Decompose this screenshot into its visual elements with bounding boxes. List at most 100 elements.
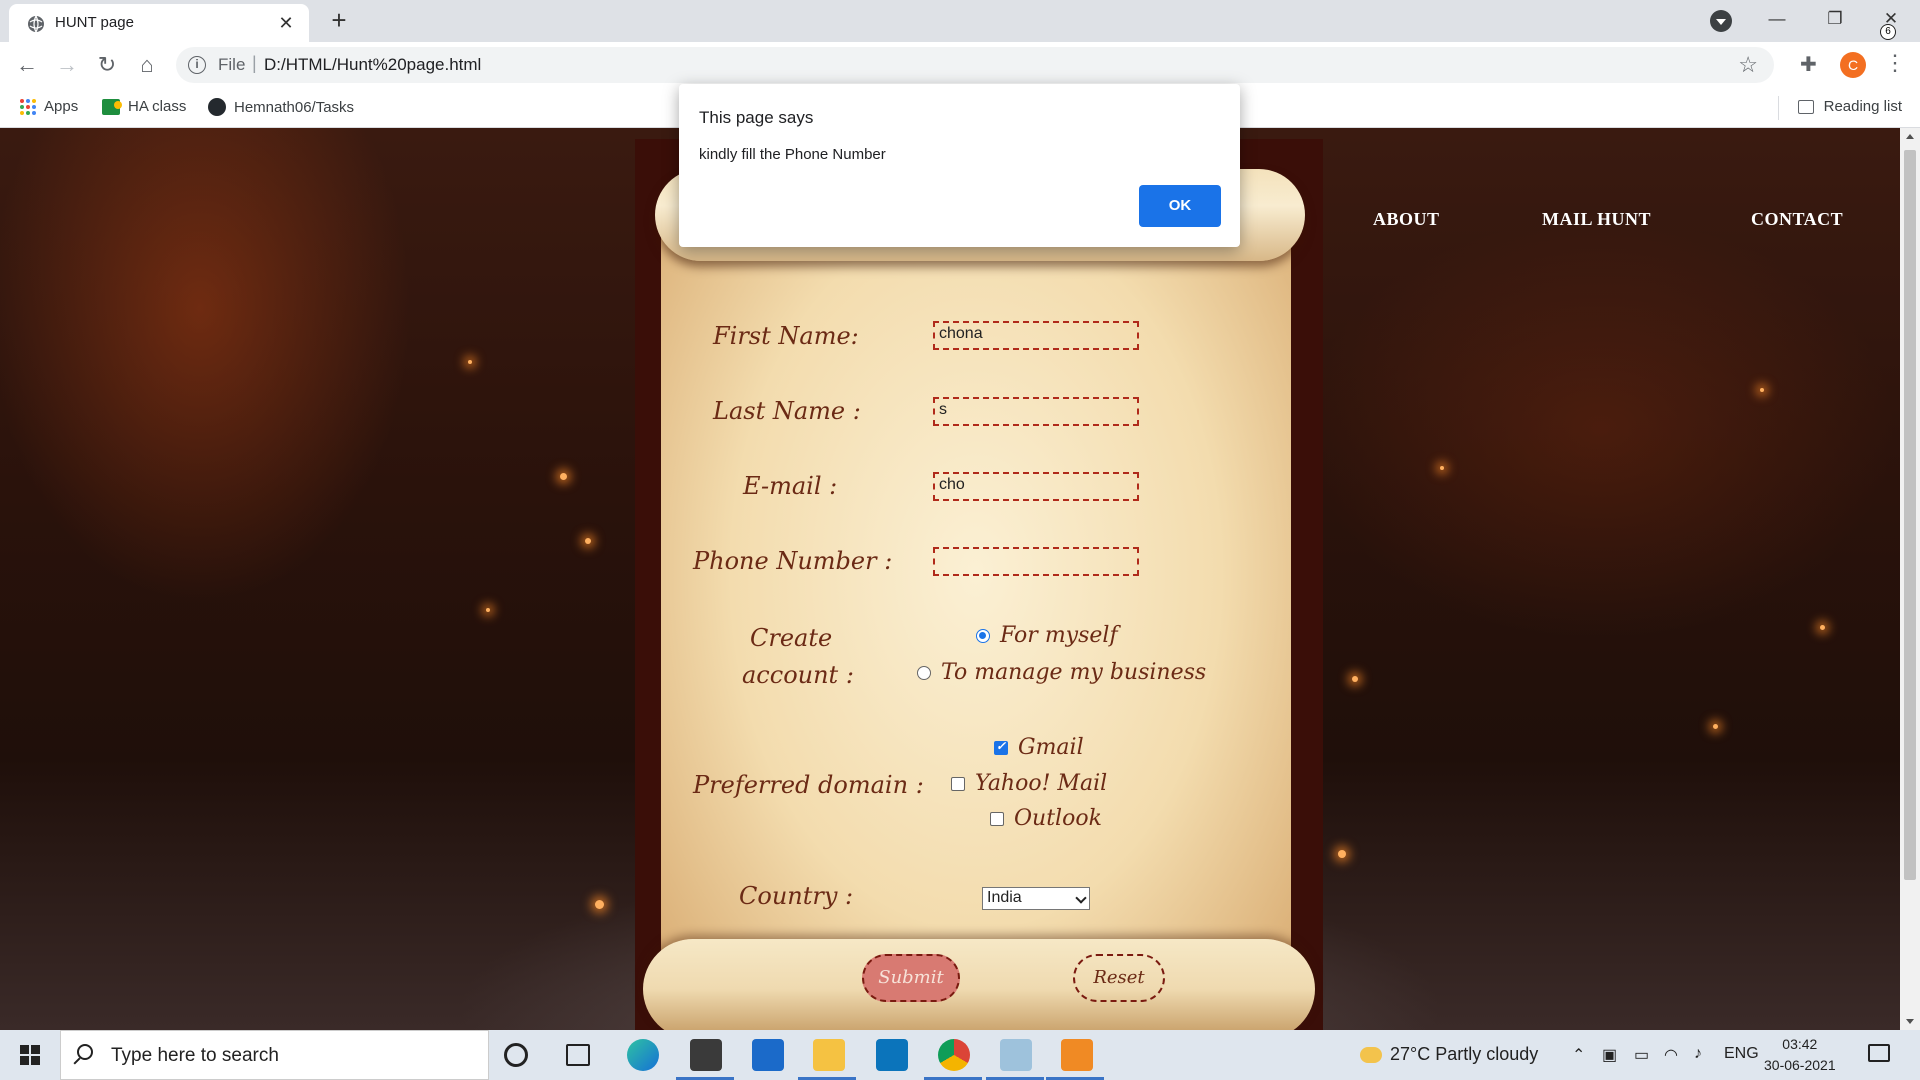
taskbar-search[interactable]: Type here to search [60, 1030, 489, 1080]
bookmark-apps[interactable]: Apps [20, 98, 78, 115]
reading-list-icon [1797, 99, 1814, 114]
new-tab-button[interactable]: + [324, 6, 354, 36]
restore-button[interactable]: ❐ [1812, 0, 1858, 40]
address-bar[interactable]: i File | D:/HTML/Hunt%20page.html ☆ [176, 47, 1774, 83]
checkbox-gmail[interactable]: Gmail [994, 735, 1084, 760]
home-button[interactable]: ⌂ [132, 50, 162, 80]
first-name-input[interactable]: chona [933, 321, 1139, 350]
scroll-roll-bottom [643, 939, 1315, 1039]
last-name-label: Last Name : [713, 397, 861, 425]
page-scrollbar[interactable] [1900, 128, 1920, 1030]
reset-button[interactable]: Reset [1073, 954, 1165, 1002]
bookmark-ha-class[interactable]: HA class [102, 98, 186, 115]
ember-spark [1352, 676, 1358, 682]
mail-icon[interactable] [752, 1039, 784, 1071]
ok-button[interactable]: OK [1139, 185, 1221, 227]
forward-button[interactable]: → [52, 50, 82, 80]
dell-icon[interactable] [876, 1039, 908, 1071]
country-selected-value: India [987, 889, 1022, 906]
email-input[interactable]: cho [933, 472, 1139, 501]
tab-strip: HUNT page ✕ + — ❐ ✕ [0, 0, 1920, 42]
radio-label: For myself [1000, 623, 1118, 648]
edge-icon[interactable] [627, 1039, 659, 1071]
nav-about[interactable]: ABOUT [1373, 209, 1440, 230]
ember-spark [1440, 466, 1444, 470]
bookmark-label: Hemnath06/Tasks [234, 98, 355, 116]
ember-spark [486, 608, 490, 612]
weather-widget[interactable]: 27°C Partly cloudy [1360, 1044, 1538, 1065]
browser-menu-icon[interactable]: ⋮ [1884, 50, 1906, 76]
alert-dialog: This page says kindly fill the Phone Num… [679, 84, 1240, 247]
notepad-icon[interactable] [1000, 1039, 1032, 1071]
windows-start-icon[interactable] [20, 1045, 40, 1065]
checkbox-checked-icon[interactable] [994, 739, 1008, 755]
checkbox-yahoo[interactable]: Yahoo! Mail [951, 771, 1107, 796]
checkbox-unchecked-icon[interactable] [990, 811, 1004, 826]
notification-icon[interactable] [1868, 1044, 1890, 1062]
file-explorer-icon[interactable] [813, 1039, 845, 1071]
scroll-up-icon[interactable] [1906, 134, 1914, 139]
bookmark-label: HA class [128, 98, 187, 115]
radio-selected-icon[interactable] [976, 628, 990, 643]
last-name-input[interactable]: s [933, 397, 1139, 426]
meet-icon[interactable]: ▣ [1602, 1045, 1617, 1065]
tab-title: HUNT page [55, 14, 134, 31]
minimize-button[interactable]: — [1754, 0, 1800, 40]
checkbox-outlook[interactable]: Outlook [990, 806, 1102, 831]
country-select[interactable]: India [982, 887, 1090, 910]
store-icon[interactable] [690, 1039, 722, 1071]
submit-button[interactable]: Submit [862, 954, 960, 1002]
email-label: E-mail : [743, 472, 838, 500]
create-account-label-2: account : [742, 661, 854, 689]
url-scheme: File [218, 55, 246, 74]
ember-spark [595, 900, 604, 909]
volume-icon[interactable]: ♪ [1694, 1045, 1702, 1063]
clock-time: 03:42 [1782, 1036, 1818, 1052]
clock[interactable]: 03:42 30-06-2021 [1764, 1034, 1836, 1076]
reading-list-button[interactable]: Reading list [1797, 98, 1902, 115]
extensions-icon[interactable]: ✚ [1800, 52, 1817, 77]
tab-search-icon[interactable] [1710, 10, 1732, 32]
preferred-domain-label: Preferred domain : [693, 771, 924, 799]
url-text[interactable]: D:/HTML/Hunt%20page.html [264, 55, 481, 75]
bookmark-github[interactable]: Hemnath06/Tasks [208, 98, 354, 116]
chevron-up-icon[interactable]: ⌃ [1572, 1045, 1585, 1065]
radio-for-myself[interactable]: For myself [976, 623, 1118, 648]
site-info-icon[interactable]: i [188, 56, 206, 74]
tab-close-icon[interactable]: ✕ [275, 12, 297, 34]
nav-contact[interactable]: CONTACT [1751, 209, 1843, 230]
github-icon [208, 98, 226, 116]
bookmark-star-icon[interactable]: ☆ [1738, 52, 1758, 78]
url-separator: | [252, 53, 257, 73]
search-icon [77, 1044, 93, 1060]
globe-icon [28, 15, 44, 33]
browser-tab[interactable]: HUNT page ✕ [9, 4, 309, 42]
sublime-icon[interactable] [1061, 1039, 1093, 1071]
chrome-icon[interactable] [938, 1039, 970, 1071]
create-account-label: Create [750, 624, 833, 652]
divider [1778, 96, 1779, 120]
scroll-down-icon[interactable] [1906, 1019, 1914, 1024]
radio-manage-business[interactable]: To manage my business [917, 660, 1206, 685]
battery-icon[interactable]: ▭ [1634, 1045, 1649, 1065]
clock-date: 30-06-2021 [1764, 1057, 1836, 1073]
scroll-thumb[interactable] [1904, 150, 1916, 880]
classroom-icon [102, 98, 122, 115]
task-view-icon[interactable] [566, 1044, 590, 1066]
profile-avatar[interactable]: C [1840, 52, 1866, 78]
cortana-icon[interactable] [504, 1043, 528, 1067]
reload-button[interactable]: ↻ [92, 50, 122, 80]
language-indicator[interactable]: ENG [1724, 1045, 1759, 1063]
back-button[interactable]: ← [12, 50, 42, 80]
checkbox-unchecked-icon[interactable] [951, 776, 965, 791]
wifi-icon[interactable]: ◠ [1664, 1045, 1678, 1065]
ember-spark [1820, 625, 1825, 630]
nav-mail-hunt[interactable]: MAIL HUNT [1542, 209, 1651, 230]
chevron-down-icon [1075, 892, 1087, 904]
phone-label: Phone Number : [693, 547, 893, 575]
ember-spark [1760, 388, 1764, 392]
dialog-title: This page says [699, 108, 814, 127]
radio-unselected-icon[interactable] [917, 665, 931, 680]
phone-input[interactable] [933, 547, 1139, 576]
country-label: Country : [739, 882, 854, 910]
